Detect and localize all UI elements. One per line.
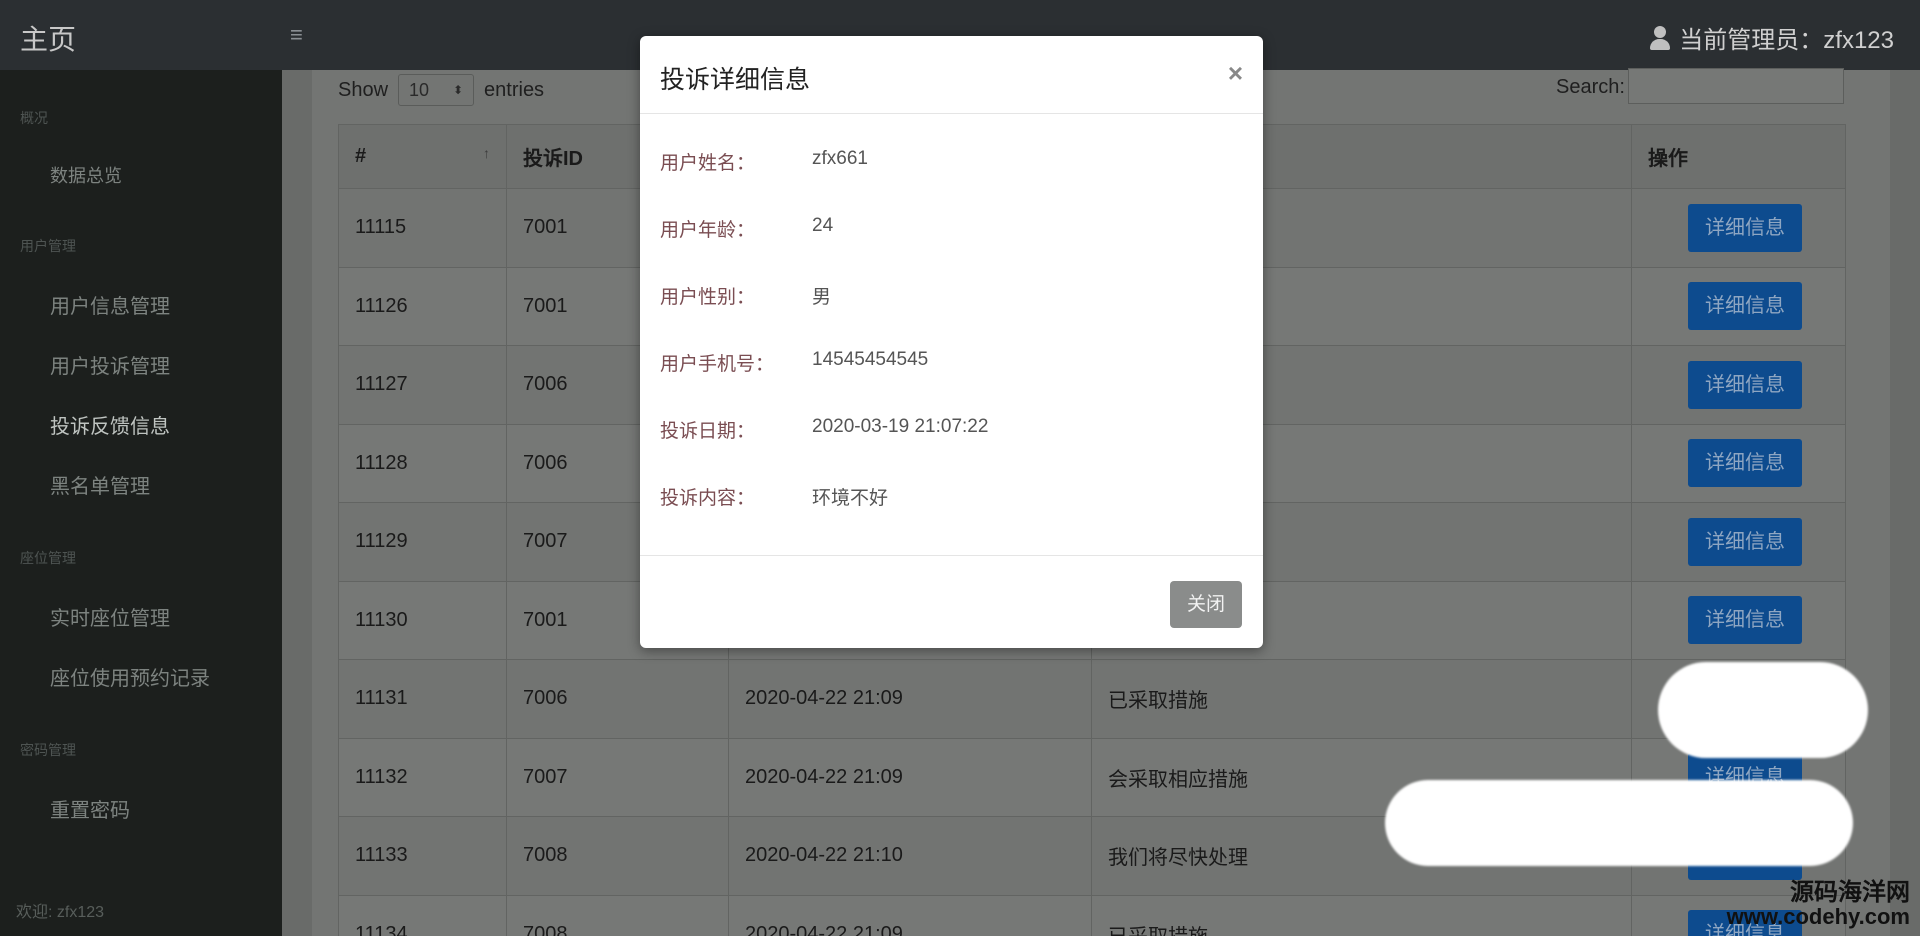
field-label: 用户年龄：	[660, 220, 756, 241]
sidebar-section-password: 密码管理	[20, 742, 76, 758]
field-value: 24	[812, 215, 834, 236]
field-user-gender: 用户性别： 男	[660, 282, 831, 309]
admin-label: 当前管理员：zfx123	[1679, 27, 1894, 54]
cell-complaint-id: 7008	[506, 894, 729, 936]
close-button[interactable]: 关闭	[1170, 581, 1242, 628]
header-id[interactable]: # ↑	[338, 124, 507, 189]
modal-body: 用户姓名： zfx661 用户年龄： 24 用户性别： 男 用户手机号： 145…	[640, 114, 1263, 556]
sidebar-item-blacklist[interactable]: 黑名单管理	[50, 470, 150, 499]
show-label: Show	[338, 78, 389, 101]
sidebar-item-complaint-feedback[interactable]: 投诉反馈信息	[50, 410, 170, 439]
cell-id: 11128	[338, 423, 507, 503]
detail-button[interactable]: 详细信息	[1688, 596, 1802, 645]
field-value: 14545454545	[812, 349, 929, 370]
sidebar-item-reset-password[interactable]: 重置密码	[50, 794, 130, 823]
cell-action: 详细信息	[1631, 266, 1846, 346]
table-row: 1113470082020-04-22 21:09已采取措施详细信息	[338, 894, 1846, 936]
page-size-select[interactable]: 10 ⬍	[398, 74, 475, 106]
cell-id: 11133	[338, 816, 507, 896]
sidebar-section-user-management: 用户管理	[20, 238, 76, 254]
sidebar-item-data-overview[interactable]: 数据总览	[50, 162, 122, 188]
entries-label: entries	[484, 78, 545, 101]
field-user-phone: 用户手机号： 14545454545	[660, 349, 928, 376]
search-input[interactable]	[1628, 68, 1844, 104]
field-label: 用户手机号：	[660, 354, 775, 375]
field-label: 用户性别：	[660, 287, 756, 308]
cell-feedback: 已采取措施	[1091, 659, 1632, 739]
cell-action: 详细信息	[1631, 580, 1846, 660]
cell-date: 2020-04-22 21:09	[728, 659, 1092, 739]
cell-id: 11131	[338, 659, 507, 739]
show-entries: Show 10 ⬍ entries	[338, 74, 544, 106]
cell-complaint-id: 7006	[506, 659, 729, 739]
detail-button[interactable]: 详细信息	[1688, 360, 1802, 409]
cell-id: 11115	[338, 188, 507, 268]
cell-action: 详细信息	[1631, 502, 1846, 582]
cell-id: 11127	[338, 345, 507, 425]
field-value: 男	[812, 287, 832, 308]
cell-date: 2020-04-22 21:09	[728, 737, 1092, 817]
field-label: 用户姓名：	[660, 153, 756, 174]
cell-id: 11132	[338, 737, 507, 817]
select-arrows-icon: ⬍	[452, 83, 464, 97]
watermark: 源码海洋网 www.codehy.com	[1727, 880, 1910, 928]
complaint-detail-modal: 投诉详细信息 × 用户姓名： zfx661 用户年龄： 24 用户性别： 男 用…	[640, 36, 1263, 648]
sidebar-section-seat-management: 座位管理	[20, 550, 76, 566]
field-value: 2020-03-19 21:07:22	[812, 416, 989, 437]
detail-button[interactable]: 详细信息	[1688, 439, 1802, 488]
cell-feedback: 已采取措施	[1091, 894, 1632, 936]
cell-action: 详细信息	[1631, 188, 1846, 268]
cell-date: 2020-04-22 21:09	[728, 894, 1092, 936]
watermark-name: 源码海洋网	[1790, 879, 1910, 906]
cell-action: 详细信息	[1631, 345, 1846, 425]
field-value: 环境不好	[812, 488, 889, 509]
cell-date: 2020-04-22 21:10	[728, 816, 1092, 896]
search-label: Search:	[1556, 76, 1625, 98]
admin-info: 当前管理员：zfx123	[1649, 20, 1894, 55]
field-user-age: 用户年龄： 24	[660, 215, 833, 242]
field-user-name: 用户姓名： zfx661	[660, 148, 868, 175]
modal-title: 投诉详细信息	[660, 66, 811, 94]
redaction-blob	[1385, 780, 1853, 866]
watermark-url: www.codehy.com	[1726, 904, 1910, 930]
sidebar-item-user-complaints[interactable]: 用户投诉管理	[50, 350, 170, 379]
table-row: 11131 7006 2020-04-22 21:09 已采取措施	[338, 659, 1846, 739]
field-label: 投诉日期：	[660, 421, 756, 442]
cell-complaint-id: 7008	[506, 816, 729, 896]
close-icon[interactable]: ×	[1228, 58, 1243, 89]
sidebar-section-overview: 概况	[20, 110, 48, 126]
redaction-blob	[1658, 662, 1868, 758]
field-complaint-date: 投诉日期： 2020-03-19 21:07:22	[660, 416, 988, 443]
hamburger-icon[interactable]: ≡	[290, 22, 303, 48]
field-label: 投诉内容：	[660, 488, 756, 509]
sidebar-item-realtime-seats[interactable]: 实时座位管理	[50, 602, 170, 631]
user-icon	[1649, 25, 1671, 50]
field-value: zfx661	[812, 148, 868, 169]
modal-header: 投诉详细信息 ×	[640, 36, 1263, 114]
sort-icon: ↑	[483, 145, 490, 161]
detail-button[interactable]: 详细信息	[1688, 203, 1802, 252]
detail-button[interactable]: 详细信息	[1688, 517, 1802, 566]
sidebar-item-user-info[interactable]: 用户信息管理	[50, 290, 170, 319]
cell-id: 11126	[338, 266, 507, 346]
cell-id: 11130	[338, 580, 507, 660]
cell-complaint-id: 7007	[506, 737, 729, 817]
cell-id: 11134	[338, 894, 507, 936]
sidebar-item-seat-reservations[interactable]: 座位使用预约记录	[50, 662, 210, 691]
brand-home-link[interactable]: 主页	[20, 18, 76, 58]
header-actions: 操作	[1631, 124, 1846, 189]
cell-id: 11129	[338, 502, 507, 582]
sidebar: 概况 数据总览 用户管理 用户信息管理 用户投诉管理 投诉反馈信息 黑名单管理 …	[0, 70, 282, 936]
detail-button[interactable]: 详细信息	[1688, 282, 1802, 331]
sidebar-footer: 欢迎: zfx123	[16, 904, 105, 921]
field-complaint-content: 投诉内容： 环境不好	[660, 483, 888, 510]
cell-action: 详细信息	[1631, 423, 1846, 503]
